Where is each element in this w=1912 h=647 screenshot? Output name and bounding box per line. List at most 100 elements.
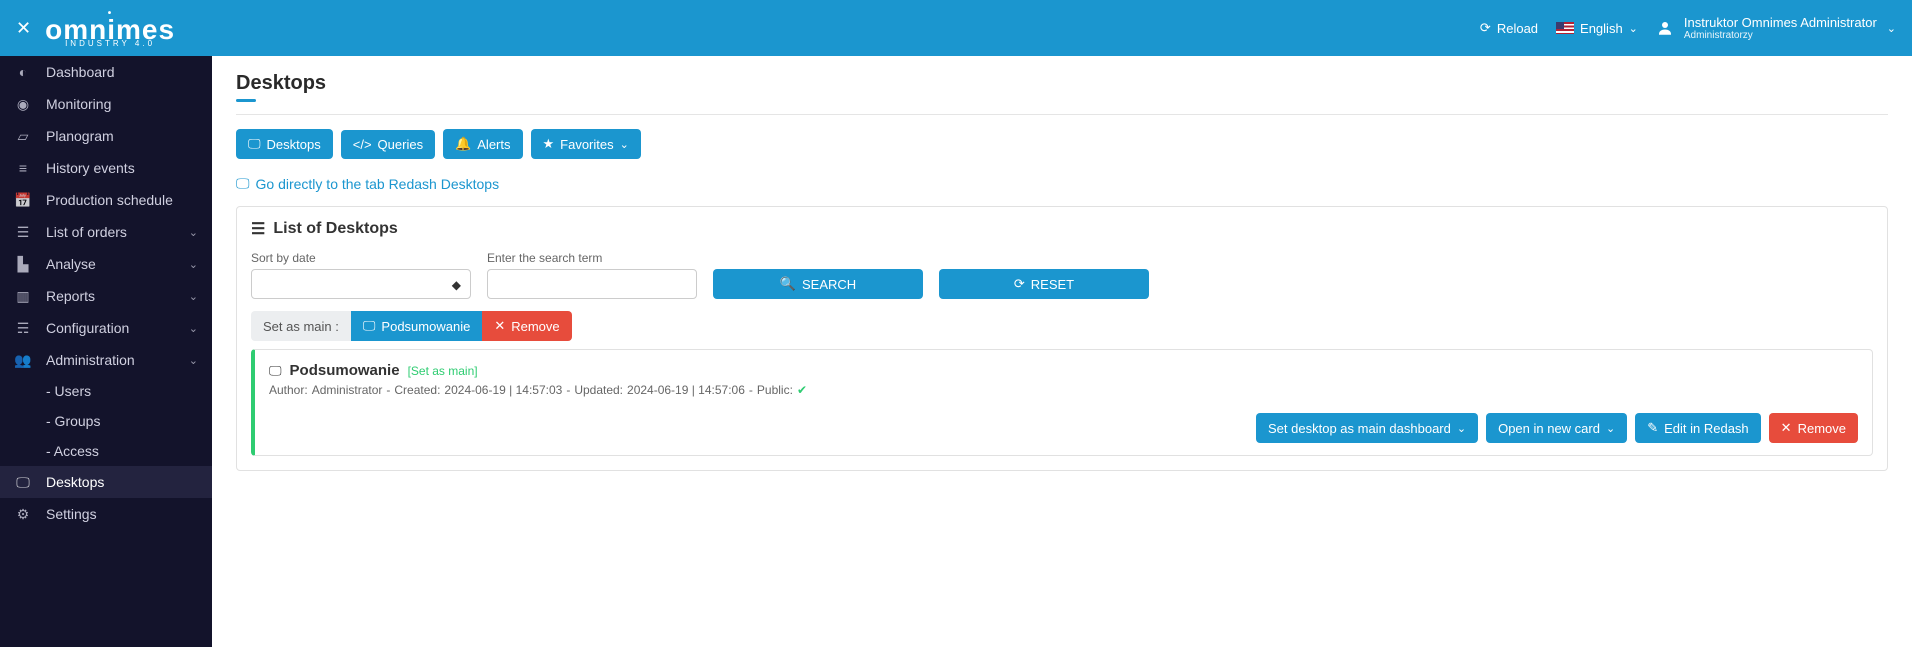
desktop-icon: 🖵 — [363, 318, 376, 334]
users-icon: 👥 — [14, 352, 32, 369]
sidebar-item-label: Administration — [46, 352, 175, 368]
set-main-dashboard-button[interactable]: Set desktop as main dashboard ⌄ — [1256, 413, 1478, 443]
chevron-down-icon: ⌄ — [189, 258, 198, 271]
close-icon[interactable]: ✕ — [16, 18, 31, 39]
check-icon: ✔ — [797, 383, 807, 397]
desktop-icon: 🖵 — [14, 474, 32, 491]
sidebar-item-history[interactable]: ≡ History events — [0, 152, 212, 184]
header-left: ✕ • omnimes INDUSTRY 4.0 — [16, 9, 175, 47]
tab-buttons: 🖵 Desktops </> Queries 🔔 Alerts ★ Favori… — [236, 129, 1888, 159]
edit-redash-button[interactable]: ✎ Edit in Redash — [1635, 413, 1760, 443]
desktop-meta: Author: Administrator - Created: 2024-06… — [269, 383, 1858, 397]
sidebar-item-label: History events — [46, 160, 198, 176]
header-right: ⟳ Reload English ⌄ Instruktor Omnimes Ad… — [1480, 15, 1896, 42]
calendar-icon: 📅 — [14, 192, 32, 209]
sidebar-item-label: Planogram — [46, 128, 198, 144]
refresh-icon: ⟳ — [1480, 20, 1491, 36]
app-header: ✕ • omnimes INDUSTRY 4.0 ⟳ Reload Englis… — [0, 0, 1912, 56]
user-role: Administratorzy — [1684, 30, 1877, 41]
chevron-down-icon: ⌄ — [1457, 422, 1466, 435]
desktop-card: 🖵 Podsumowanie [Set as main] Author: Adm… — [251, 349, 1873, 456]
sidebar-item-label: Configuration — [46, 320, 175, 336]
bar-chart-icon: ▥ — [14, 288, 32, 305]
desktop-icon: 🖵 — [236, 175, 250, 192]
search-field: Enter the search term — [487, 251, 697, 299]
search-icon: 🔍 — [780, 276, 796, 292]
desktop-icon: 🖵 — [269, 363, 282, 379]
sidebar: ◐ Dashboard ◉ Monitoring ▱ Planogram ≡ H… — [0, 56, 212, 647]
star-icon: ★ — [543, 136, 555, 152]
list-icon: ≡ — [14, 160, 32, 176]
language-label: English — [1580, 21, 1623, 36]
set-as-main-tag[interactable]: [Set as main] — [408, 364, 478, 378]
sidebar-item-analyse[interactable]: ▙ Analyse ⌄ — [0, 248, 212, 280]
sidebar-item-dashboard[interactable]: ◐ Dashboard — [0, 56, 212, 88]
sort-select[interactable] — [251, 269, 471, 299]
chart-icon: ▙ — [14, 256, 32, 273]
panel-header: ☰ List of Desktops — [237, 207, 1887, 251]
eye-icon: ◉ — [14, 96, 32, 113]
remove-main-button[interactable]: ✕ Remove — [482, 311, 571, 341]
chevron-down-icon: ⌄ — [1887, 22, 1896, 35]
brand-logo[interactable]: • omnimes INDUSTRY 4.0 — [45, 9, 175, 47]
sidebar-item-configuration[interactable]: ☴ Configuration ⌄ — [0, 312, 212, 344]
chevron-down-icon: ⌄ — [189, 322, 198, 335]
tab-queries[interactable]: </> Queries — [341, 130, 435, 159]
chevron-down-icon: ⌄ — [189, 290, 198, 303]
sidebar-sub-groups[interactable]: - Groups — [0, 406, 212, 436]
open-new-card-button[interactable]: Open in new card ⌄ — [1486, 413, 1627, 443]
user-icon — [1656, 19, 1674, 37]
sidebar-item-orders[interactable]: ☰ List of orders ⌄ — [0, 216, 212, 248]
language-selector[interactable]: English ⌄ — [1556, 21, 1638, 36]
user-menu[interactable]: Instruktor Omnimes Administrator Adminis… — [1656, 15, 1896, 42]
sidebar-item-label: Monitoring — [46, 96, 198, 112]
code-icon: </> — [353, 137, 372, 152]
set-as-main-row: Set as main : 🖵 Podsumowanie ✕ Remove — [251, 311, 1873, 341]
edit-icon: ✎ — [1647, 420, 1658, 436]
bell-icon: 🔔 — [455, 136, 471, 152]
desktop-title: Podsumowanie — [290, 362, 400, 379]
search-button[interactable]: 🔍 SEARCH — [713, 269, 923, 299]
reset-button[interactable]: ⟳ RESET — [939, 269, 1149, 299]
gauge-icon: ◐ — [14, 64, 32, 80]
chevron-down-icon: ⌄ — [620, 138, 629, 151]
set-as-main-label: Set as main : — [251, 311, 351, 341]
set-main-value-button[interactable]: 🖵 Podsumowanie — [351, 311, 482, 341]
sidebar-item-label: Desktops — [46, 474, 198, 490]
redash-link[interactable]: 🖵 Go directly to the tab Redash Desktops — [236, 175, 499, 192]
list-icon: ☰ — [251, 219, 265, 239]
brand-tagline: INDUSTRY 4.0 — [65, 40, 155, 47]
page-title: Desktops — [236, 72, 1888, 95]
sidebar-item-label: Reports — [46, 288, 175, 304]
reload-button[interactable]: ⟳ Reload — [1480, 20, 1538, 36]
sidebar-item-label: List of orders — [46, 224, 175, 240]
sidebar-sub-users[interactable]: - Users — [0, 376, 212, 406]
close-icon: ✕ — [494, 318, 505, 334]
sidebar-item-planogram[interactable]: ▱ Planogram — [0, 120, 212, 152]
sidebar-item-label: Analyse — [46, 256, 175, 272]
tab-desktops[interactable]: 🖵 Desktops — [236, 129, 333, 159]
map-icon: ▱ — [14, 128, 32, 145]
filter-row: Sort by date ◆ Enter the search term 🔍 S… — [251, 251, 1873, 299]
sidebar-item-administration[interactable]: 👥 Administration ⌄ — [0, 344, 212, 376]
sidebar-item-production[interactable]: 📅 Production schedule — [0, 184, 212, 216]
desktop-actions: Set desktop as main dashboard ⌄ Open in … — [269, 413, 1858, 443]
chevron-down-icon: ⌄ — [189, 354, 198, 367]
tab-alerts[interactable]: 🔔 Alerts — [443, 129, 522, 159]
flag-us-icon — [1556, 22, 1574, 34]
tab-favorites[interactable]: ★ Favorites ⌄ — [531, 129, 641, 159]
sidebar-item-reports[interactable]: ▥ Reports ⌄ — [0, 280, 212, 312]
sidebar-sub-access[interactable]: - Access — [0, 436, 212, 466]
main-content: Desktops 🖵 Desktops </> Queries 🔔 Alerts… — [212, 56, 1912, 647]
close-icon: ✕ — [1781, 420, 1792, 436]
remove-desktop-button[interactable]: ✕ Remove — [1769, 413, 1858, 443]
sidebar-item-monitoring[interactable]: ◉ Monitoring — [0, 88, 212, 120]
gears-icon: ⚙ — [14, 506, 32, 523]
reload-label: Reload — [1497, 21, 1538, 36]
sidebar-item-settings[interactable]: ⚙ Settings — [0, 498, 212, 530]
sidebar-item-label: Settings — [46, 506, 198, 522]
sidebar-item-desktops[interactable]: 🖵 Desktops — [0, 466, 212, 498]
search-input[interactable] — [487, 269, 697, 299]
divider — [236, 114, 1888, 115]
sliders-icon: ☴ — [14, 320, 32, 337]
